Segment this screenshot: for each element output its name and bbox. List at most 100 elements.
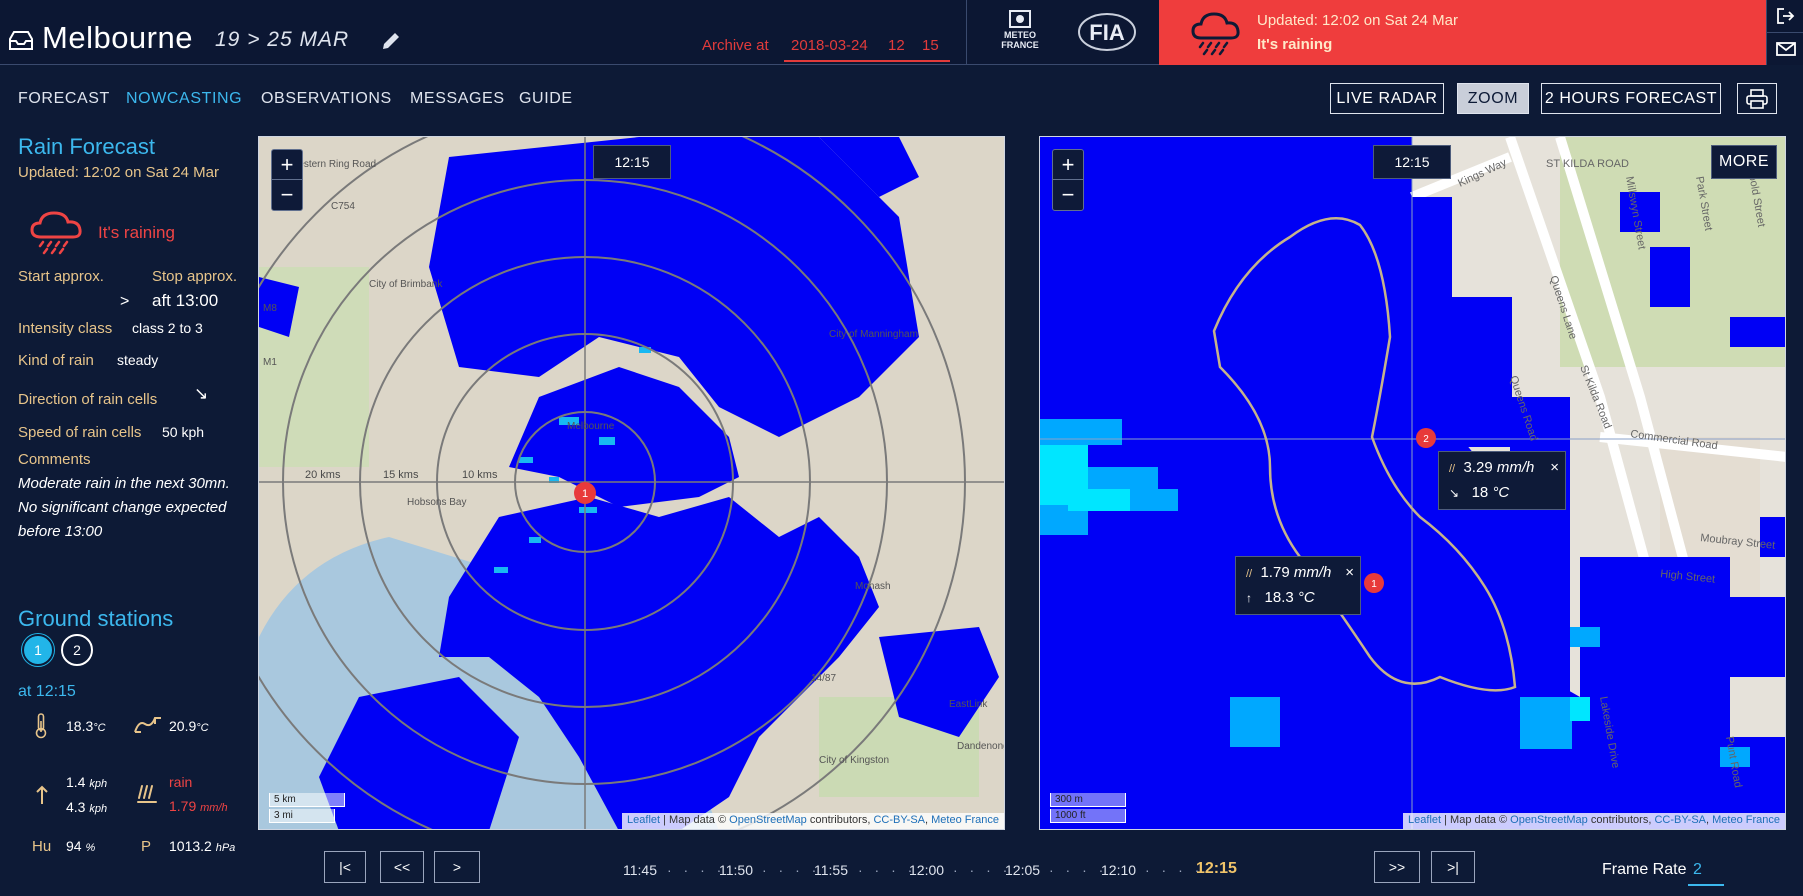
- archive-label: Archive at: [702, 37, 769, 54]
- wind-arrow-up-icon: [36, 785, 48, 804]
- road-c754: C754: [331, 201, 355, 212]
- more-button[interactable]: MORE: [1711, 145, 1777, 179]
- archive-date-input[interactable]: 2018-03-24: [791, 37, 868, 54]
- zoom-in-button[interactable]: +: [1053, 150, 1083, 180]
- pencil-edit-icon[interactable]: [380, 30, 402, 52]
- osm-link[interactable]: OpenStreetMap: [1510, 814, 1588, 826]
- dew-point-readout: 20.9°C: [169, 718, 209, 734]
- tooltip-2-rain-unit: mm/h: [1496, 459, 1535, 476]
- timeline-dots: · · · ·: [762, 862, 821, 878]
- inbox-home-icon[interactable]: [8, 30, 34, 52]
- humidity-unit: %: [85, 842, 96, 854]
- meteo-link[interactable]: Meteo France: [1712, 814, 1780, 826]
- zoom-in-button[interactable]: +: [272, 150, 302, 180]
- radar-overview-layer: 1 20 kms 15 kms 10 kms City of Brimbank …: [259, 137, 1004, 829]
- rain-readout: 1.79 mm/h: [169, 798, 228, 814]
- station-marker-2-label: 2: [1423, 434, 1429, 445]
- play-button[interactable]: >: [434, 851, 480, 883]
- first-frame-button[interactable]: |<: [324, 851, 366, 883]
- printer-icon: [1746, 88, 1768, 109]
- two-hours-forecast-button[interactable]: 2 HOURS FORECAST: [1541, 83, 1721, 114]
- leaflet-link[interactable]: Leaflet: [627, 814, 660, 826]
- nav-forecast[interactable]: FORECAST: [18, 90, 110, 108]
- timeline-tick-1145[interactable]: 11:45: [623, 862, 657, 878]
- tooltip-2-rain-row: // 3.29 mm/h ×: [1449, 456, 1559, 481]
- timeline-dots: · · · ·: [953, 862, 1012, 878]
- intensity-label: Intensity class: [18, 320, 113, 337]
- tooltip-close-icon[interactable]: ×: [1345, 561, 1354, 584]
- nav-guide[interactable]: GUIDE: [519, 90, 573, 108]
- nav-nowcasting[interactable]: NOWCASTING: [126, 90, 242, 108]
- leaflet-link[interactable]: Leaflet: [1408, 814, 1441, 826]
- archive-underline: [784, 60, 950, 62]
- logout-button[interactable]: [1767, 0, 1803, 32]
- archive-hour-input[interactable]: 12: [888, 37, 905, 54]
- stop-label: Stop approx.: [152, 268, 238, 285]
- mail-button[interactable]: [1767, 33, 1803, 65]
- license-link[interactable]: CC-BY-SA: [1654, 814, 1706, 826]
- radar-map-right[interactable]: 2 1 ST KILDA ROAD Kings Way St Kilda Roa…: [1039, 136, 1786, 830]
- temperature-readout: 18.3°C: [66, 718, 106, 734]
- timeline-dots: · · · ·: [667, 862, 726, 878]
- live-radar-button[interactable]: LIVE RADAR: [1330, 83, 1444, 114]
- meteo-logo-line2: FRANCE: [1001, 40, 1039, 50]
- humidity-readout: 94 %: [66, 838, 95, 854]
- timeline-tick-1210[interactable]: 12:10: [1101, 862, 1136, 878]
- place-melbourne: Melbourne: [567, 421, 615, 432]
- rewind-button[interactable]: <<: [380, 851, 424, 883]
- frame-rate-input[interactable]: 2: [1693, 861, 1702, 879]
- tooltip-2-temp: 18: [1471, 484, 1489, 501]
- nav-messages[interactable]: MESSAGES: [410, 90, 505, 108]
- temperature-value: 18.3: [66, 718, 94, 734]
- place-monash: Monash: [855, 581, 891, 592]
- start-value: >: [120, 293, 130, 310]
- archive-minute-input[interactable]: 15: [922, 37, 939, 54]
- timeline-tick-1155[interactable]: 11:55: [814, 862, 848, 878]
- ring-label-10: 10 kms: [462, 469, 498, 481]
- print-button[interactable]: [1737, 83, 1777, 114]
- timeline-tick-1205[interactable]: 12:05: [1005, 862, 1040, 878]
- ring-label-15: 15 kms: [383, 469, 419, 481]
- temperature-unit: °C: [93, 722, 106, 734]
- place-eastlink: EastLink: [949, 699, 988, 710]
- timeline-dots: · · · ·: [1049, 862, 1108, 878]
- station-1-button[interactable]: 1: [22, 634, 54, 666]
- dew-point-unit: °C: [196, 722, 209, 734]
- thermometer-icon: [35, 713, 47, 739]
- radar-zoom-layer: 2 1 ST KILDA ROAD Kings Way St Kilda Roa…: [1040, 137, 1785, 829]
- license-link[interactable]: CC-BY-SA: [873, 814, 925, 826]
- start-label: Start approx.: [18, 268, 104, 285]
- comments-text: Moderate rain in the next 30mn. No signi…: [18, 475, 230, 540]
- timeline-tick-1215-current[interactable]: 12:15: [1196, 860, 1237, 878]
- station-marker-1-label: 1: [1371, 579, 1377, 590]
- nav-observations[interactable]: OBSERVATIONS: [261, 90, 392, 108]
- header-divider: [966, 0, 967, 65]
- zoom-button[interactable]: ZOOM: [1457, 83, 1529, 114]
- ground-stations-title: Ground stations: [18, 606, 174, 631]
- timeline-tick-1200[interactable]: 12:00: [909, 862, 944, 878]
- direction-label: Direction of rain cells: [18, 391, 158, 408]
- timeline-tick-1150[interactable]: 11:50: [719, 862, 753, 878]
- rain-icon: //: [1246, 568, 1253, 580]
- place-kingston: City of Kingston: [819, 755, 889, 766]
- rain-icon: //: [1449, 463, 1456, 475]
- timeline-dots: · · · ·: [858, 862, 917, 878]
- zoom-out-button[interactable]: −: [272, 180, 302, 210]
- tooltip-close-icon[interactable]: ×: [1550, 456, 1559, 479]
- radar-map-left[interactable]: 1 20 kms 15 kms 10 kms City of Brimbank …: [258, 136, 1005, 830]
- fast-forward-button[interactable]: >>: [1374, 851, 1420, 883]
- pressure-value: 1013.2: [169, 838, 212, 854]
- ring-label-20: 20 kms: [305, 469, 341, 481]
- attribution-text-1: | Map data ©: [660, 814, 730, 826]
- attribution-text-2: contributors,: [1587, 814, 1655, 826]
- city-title: Melbourne: [42, 20, 193, 55]
- tooltip-1-rain-unit: mm/h: [1293, 564, 1332, 581]
- last-frame-button[interactable]: >|: [1431, 851, 1475, 883]
- meteo-logo-line1: METEO: [1003, 30, 1036, 40]
- meteo-link[interactable]: Meteo France: [931, 814, 999, 826]
- meteo-france-logo: METEO FRANCE: [990, 10, 1050, 54]
- rain-unit: mm/h: [200, 802, 228, 814]
- osm-link[interactable]: OpenStreetMap: [729, 814, 807, 826]
- zoom-out-button[interactable]: −: [1053, 180, 1083, 210]
- station-2-button[interactable]: 2: [61, 634, 93, 666]
